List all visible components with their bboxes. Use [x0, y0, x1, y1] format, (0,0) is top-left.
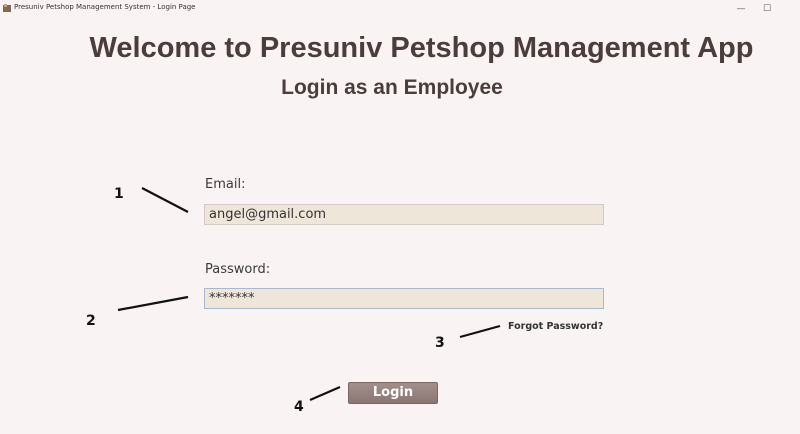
- annotation-arrows: [117, 187, 501, 402]
- annotation-number-1: 1: [114, 186, 124, 202]
- annotation-line-1: [141, 187, 189, 213]
- annotation-line-2: [117, 295, 189, 312]
- annotation-line-4: [309, 385, 341, 402]
- annotation-number-2: 2: [86, 313, 96, 329]
- annotation-line-3: [459, 324, 501, 339]
- annotation-number-4: 4: [294, 399, 304, 415]
- annotation-number-3: 3: [435, 335, 445, 351]
